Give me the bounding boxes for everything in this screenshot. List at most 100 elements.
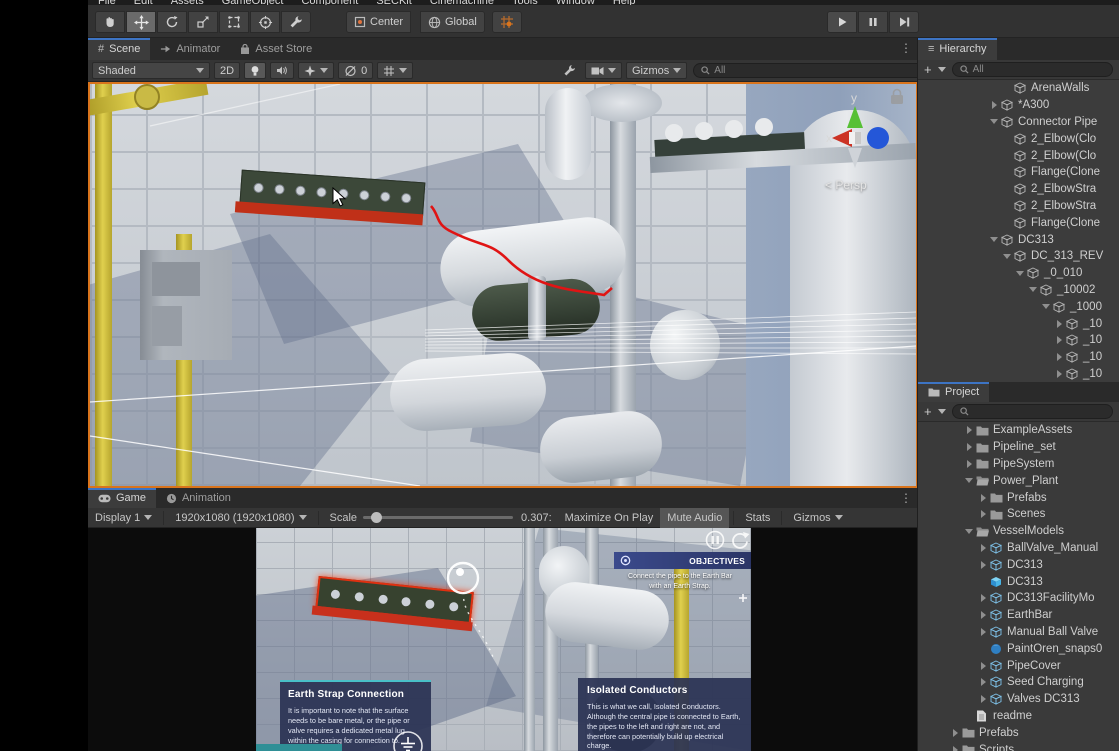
rotate-tool-button[interactable] xyxy=(157,11,187,33)
chevron-down-icon[interactable] xyxy=(938,67,946,72)
scale-slider-knob[interactable] xyxy=(371,512,382,523)
project-item[interactable]: Scripts xyxy=(918,741,1119,751)
hierarchy-item[interactable]: 2_ElbowStra xyxy=(918,198,1119,215)
expand-arrow[interactable] xyxy=(1039,304,1053,309)
expand-arrow[interactable] xyxy=(976,510,990,518)
tab-hierarchy[interactable]: ≡ Hierarchy xyxy=(918,38,997,60)
add-asset-button[interactable]: + xyxy=(924,405,932,418)
scene-camera-dropdown[interactable] xyxy=(585,62,622,79)
project-item[interactable]: Pipeline_set xyxy=(918,439,1119,456)
custom-tools-button[interactable] xyxy=(281,11,311,33)
tab-asset-store[interactable]: Asset Store xyxy=(230,38,322,60)
scale-slider[interactable] xyxy=(363,516,513,519)
project-item[interactable]: DC313 xyxy=(918,573,1119,590)
pivot-toggle-button[interactable]: Center xyxy=(346,11,411,33)
step-button[interactable] xyxy=(889,11,919,33)
expand-arrow[interactable] xyxy=(1026,287,1040,292)
expand-arrow[interactable] xyxy=(962,478,976,483)
expand-arrow[interactable] xyxy=(1052,370,1066,378)
chevron-down-icon[interactable] xyxy=(938,409,946,414)
hierarchy-item[interactable]: 2_Elbow(Clo xyxy=(918,147,1119,164)
tab-project[interactable]: Project xyxy=(918,382,989,402)
game-panel-menu-icon[interactable]: ⋮ xyxy=(900,491,912,505)
expand-arrow[interactable] xyxy=(987,101,1001,109)
project-item[interactable]: Valves DC313 xyxy=(918,691,1119,708)
expand-arrow[interactable] xyxy=(1052,320,1066,328)
audio-toggle[interactable] xyxy=(270,62,294,79)
project-item[interactable]: readme xyxy=(918,708,1119,725)
draw-mode-dropdown[interactable]: Shaded xyxy=(92,62,210,79)
hierarchy-item[interactable]: _10 xyxy=(918,366,1119,382)
grid-snap-button[interactable] xyxy=(492,11,522,33)
expand-arrow[interactable] xyxy=(1000,254,1014,259)
expand-arrow[interactable] xyxy=(987,237,1001,242)
add-object-button[interactable]: + xyxy=(924,63,932,76)
transform-tool-button[interactable] xyxy=(250,11,280,33)
project-item[interactable]: DC313FacilityMo xyxy=(918,590,1119,607)
display-dropdown[interactable]: Display 1 xyxy=(88,508,159,528)
expand-arrow[interactable] xyxy=(976,611,990,619)
expand-arrow[interactable] xyxy=(962,443,976,451)
hierarchy-item[interactable]: *A300 xyxy=(918,97,1119,114)
hierarchy-item[interactable]: Connector Pipe xyxy=(918,114,1119,131)
tab-scene[interactable]: # Scene xyxy=(88,38,150,60)
hand-tool-button[interactable] xyxy=(95,11,125,33)
project-item[interactable]: Manual Ball Valve xyxy=(918,624,1119,641)
expand-arrow[interactable] xyxy=(962,529,976,534)
project-item[interactable]: Prefabs xyxy=(918,724,1119,741)
expand-arrow[interactable] xyxy=(987,119,1001,124)
hierarchy-item[interactable]: _0_010 xyxy=(918,265,1119,282)
expand-arrow[interactable] xyxy=(976,678,990,686)
hierarchy-item[interactable]: DC_313_REV xyxy=(918,248,1119,265)
expand-arrow[interactable] xyxy=(948,729,962,737)
expand-arrow[interactable] xyxy=(976,561,990,569)
hierarchy-item[interactable]: _10002 xyxy=(918,282,1119,299)
expand-arrow[interactable] xyxy=(1052,353,1066,361)
tab-animation[interactable]: Animation xyxy=(156,488,241,508)
expand-arrow[interactable] xyxy=(976,628,990,636)
rect-tool-button[interactable] xyxy=(219,11,249,33)
persp-label[interactable]: < Persp xyxy=(825,178,867,192)
hierarchy-item[interactable]: Flange(Clone xyxy=(918,214,1119,231)
project-item[interactable]: VesselModels xyxy=(918,523,1119,540)
expand-arrow[interactable] xyxy=(1052,336,1066,344)
hierarchy-item[interactable]: 2_ElbowStra xyxy=(918,181,1119,198)
expand-arrow[interactable] xyxy=(976,544,990,552)
hierarchy-search-input[interactable]: All xyxy=(952,62,1113,77)
move-tool-button[interactable] xyxy=(126,11,156,33)
project-item[interactable]: Seed Charging xyxy=(918,674,1119,691)
mute-audio-button[interactable]: Mute Audio xyxy=(660,508,729,528)
scene-viewport[interactable]: y x < Persp xyxy=(88,82,918,488)
stats-button[interactable]: Stats xyxy=(738,508,777,528)
effects-toggle[interactable] xyxy=(298,62,334,79)
expand-arrow[interactable] xyxy=(976,494,990,502)
lighting-toggle[interactable] xyxy=(244,62,266,79)
space-toggle-button[interactable]: Global xyxy=(420,11,485,33)
gizmos-dropdown[interactable]: Gizmos xyxy=(626,62,687,79)
scale-tool-button[interactable] xyxy=(188,11,218,33)
project-item[interactable]: ExampleAssets xyxy=(918,422,1119,439)
scene-tools-button[interactable] xyxy=(558,62,581,79)
project-item[interactable]: Power_Plant xyxy=(918,472,1119,489)
tab-animator[interactable]: Animator xyxy=(150,38,230,60)
resolution-dropdown[interactable]: 1920x1080 (1920x1080) xyxy=(168,508,313,528)
project-item[interactable]: Prefabs xyxy=(918,489,1119,506)
project-item[interactable]: Scenes xyxy=(918,506,1119,523)
project-item[interactable]: DC313 xyxy=(918,556,1119,573)
game-viewport[interactable]: OBJECTIVES Connect the pipe to the Earth… xyxy=(88,528,918,751)
hierarchy-item[interactable]: _10 xyxy=(918,349,1119,366)
expand-arrow[interactable] xyxy=(976,594,990,602)
2d-toggle[interactable]: 2D xyxy=(214,62,240,79)
expand-arrow[interactable] xyxy=(962,426,976,434)
project-item[interactable]: PaintOren_snaps0 xyxy=(918,640,1119,657)
hierarchy-item[interactable]: ArenaWalls xyxy=(918,80,1119,97)
scene-panel-menu-icon[interactable]: ⋮ xyxy=(900,41,912,55)
project-item[interactable]: PipeCover xyxy=(918,657,1119,674)
expand-arrow[interactable] xyxy=(976,662,990,670)
hierarchy-item[interactable]: _10 xyxy=(918,332,1119,349)
pause-button[interactable] xyxy=(858,11,888,33)
hierarchy-item[interactable]: Flange(Clone xyxy=(918,164,1119,181)
project-item[interactable]: EarthBar xyxy=(918,607,1119,624)
expand-arrow[interactable] xyxy=(1013,271,1027,276)
grid-visibility-dropdown[interactable] xyxy=(377,62,413,79)
